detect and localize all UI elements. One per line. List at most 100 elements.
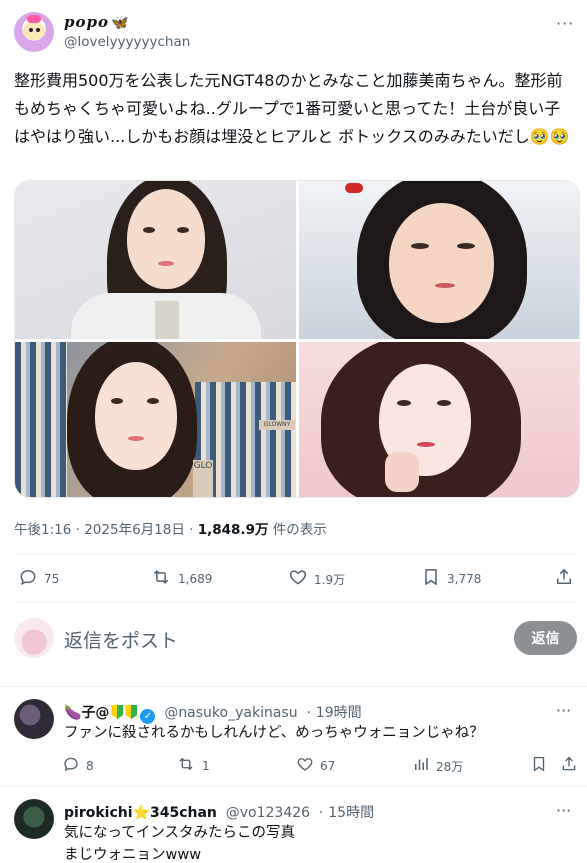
- post-text: 整形費用500万を公表した元NGT48のかとみなこと加藤美南ちゃん。整形前もめち…: [14, 71, 563, 146]
- photo-eye: [437, 400, 451, 406]
- my-avatar[interactable]: [14, 618, 54, 658]
- photo-lip: [128, 436, 144, 441]
- photo-bag-label: GLOWNY: [259, 420, 295, 430]
- divider: [14, 602, 577, 603]
- reply-author-handle: @vo123426: [225, 805, 311, 821]
- reply-author-name: 🍆子@: [64, 705, 110, 721]
- display-name-text: popo: [64, 13, 109, 31]
- like-button[interactable]: 1.9万: [288, 567, 345, 591]
- post-meta: 午後1:16 · 2025年6月18日 · 1,848.9万 件の表示: [14, 518, 327, 538]
- reply-author[interactable]: pirokichi⭐345chan @vo123426 · 15時間: [64, 802, 374, 822]
- reply-count: 75: [44, 572, 60, 586]
- meta-separator: ·: [306, 705, 311, 721]
- photo-hand: [385, 452, 419, 492]
- reply-item[interactable]: 🍆子@ ✓ @nasuko_yakinasu · 19時間 ··· ファンに殺され…: [0, 687, 587, 787]
- more-icon[interactable]: ···: [556, 801, 571, 820]
- meta-separator: ·: [75, 522, 80, 538]
- meta-separator: ·: [189, 522, 194, 538]
- beginner-mark-icon: [111, 705, 124, 719]
- butterfly-icon: 🦋: [111, 15, 130, 31]
- photo-lip: [435, 283, 455, 288]
- reply-bookmark-button[interactable]: [530, 755, 554, 777]
- reply-input[interactable]: 返信をポスト: [64, 626, 178, 653]
- photo-eye: [111, 398, 123, 404]
- beginner-mark-icon: [125, 705, 138, 719]
- photo-2[interactable]: [299, 181, 579, 339]
- author-avatar[interactable]: [14, 12, 54, 52]
- media-grid: GLO GLOWNY: [14, 180, 580, 498]
- more-icon[interactable]: ···: [556, 701, 571, 720]
- repost-icon: [176, 755, 196, 777]
- heart-icon: [296, 755, 314, 777]
- photo-3[interactable]: GLO GLOWNY: [15, 342, 296, 497]
- share-button[interactable]: [554, 567, 580, 591]
- post-time[interactable]: 午後1:16: [14, 522, 71, 538]
- photo-lip: [417, 442, 435, 447]
- views-icon: [412, 755, 430, 777]
- photo-4[interactable]: [299, 342, 579, 497]
- reply-author-name-suffix: 345chan: [149, 805, 217, 821]
- meta-separator: ·: [318, 805, 324, 821]
- reply-button[interactable]: 75: [18, 567, 59, 591]
- reply-reply-button[interactable]: 8: [62, 755, 94, 777]
- reply-text-line: 気になってインスタみたらこの写真: [64, 825, 295, 841]
- post-body: 整形費用500万を公表した元NGT48のかとみなこと加藤美南ちゃん。整形前もめち…: [14, 67, 576, 151]
- reply-composer: 返信をポスト 返信: [0, 612, 587, 664]
- photo-tie: [155, 301, 179, 339]
- avatar-bow: [27, 15, 41, 23]
- repost-button[interactable]: 1,689: [150, 567, 212, 591]
- repost-count: 1,689: [178, 572, 213, 586]
- post-actions: 75 1,689 1.9万 3,778: [0, 555, 587, 601]
- bookmark-button[interactable]: 3,778: [421, 567, 481, 591]
- photo-face: [95, 362, 177, 470]
- star-icon: ⭐: [132, 805, 150, 821]
- reply-author-name: pirokichi: [64, 805, 133, 821]
- reply-text: ファンに殺されるかもしれんけど、めっちゃウォニョンじゃね？: [64, 725, 484, 741]
- reply-text: 気になってインスタみたらこの写真 まじウォニョンwww: [64, 822, 295, 863]
- photo-1[interactable]: [15, 181, 296, 339]
- reply-author[interactable]: 🍆子@ ✓ @nasuko_yakinasu · 19時間: [64, 702, 362, 724]
- bookmark-icon: [421, 567, 441, 591]
- reply-icon: [62, 755, 80, 777]
- post-date[interactable]: 2025年6月18日: [84, 522, 185, 538]
- photo-hair-ribbon: [345, 183, 363, 193]
- photo-bag-tag: GLO: [193, 460, 213, 497]
- reply-avatar[interactable]: [14, 799, 54, 839]
- photo-eye: [147, 398, 159, 404]
- reply-share-button[interactable]: [560, 755, 584, 777]
- reply-text-line: まじウォニョンwww: [64, 847, 202, 863]
- reply-submit-button[interactable]: 返信: [514, 621, 577, 655]
- view-count-label: 件の表示: [272, 522, 327, 538]
- share-icon: [554, 567, 574, 591]
- author-handle[interactable]: @lovelyyyyyychan: [64, 34, 190, 50]
- reply-like-button[interactable]: 67: [296, 755, 335, 777]
- author-display-name[interactable]: popo 🦋: [64, 13, 129, 31]
- photo-eye: [143, 227, 155, 233]
- photo-eye: [411, 243, 429, 249]
- photo-bag-stripes: [15, 342, 67, 497]
- reply-time: 15時間: [328, 805, 375, 821]
- reply-author-handle: @nasuko_yakinasu: [164, 705, 298, 721]
- like-count: 1.9万: [314, 572, 346, 587]
- repost-icon: [150, 567, 172, 591]
- reply-item[interactable]: pirokichi⭐345chan @vo123426 · 15時間 ··· 気…: [0, 787, 587, 863]
- view-count: 1,848.9万: [197, 522, 269, 538]
- more-icon[interactable]: ···: [556, 14, 574, 33]
- reply-icon: [18, 567, 38, 591]
- pleading-face-icon: 🥹🥹: [529, 127, 570, 146]
- avatar-eye: [29, 28, 33, 32]
- photo-face: [127, 189, 205, 289]
- reply-time: 19時間: [315, 705, 362, 721]
- photo-eye: [177, 227, 189, 233]
- like-count: 67: [320, 759, 336, 773]
- photo-face: [389, 203, 494, 323]
- photo-eye: [397, 400, 411, 406]
- heart-icon: [288, 567, 308, 591]
- bookmark-icon: [530, 755, 548, 777]
- reply-avatar[interactable]: [14, 699, 54, 739]
- avatar-face: [23, 22, 45, 40]
- reply-repost-button[interactable]: 1: [176, 755, 210, 777]
- view-count: 28万: [436, 759, 464, 774]
- photo-eye: [457, 243, 475, 249]
- reply-views-button[interactable]: 28万: [412, 755, 463, 777]
